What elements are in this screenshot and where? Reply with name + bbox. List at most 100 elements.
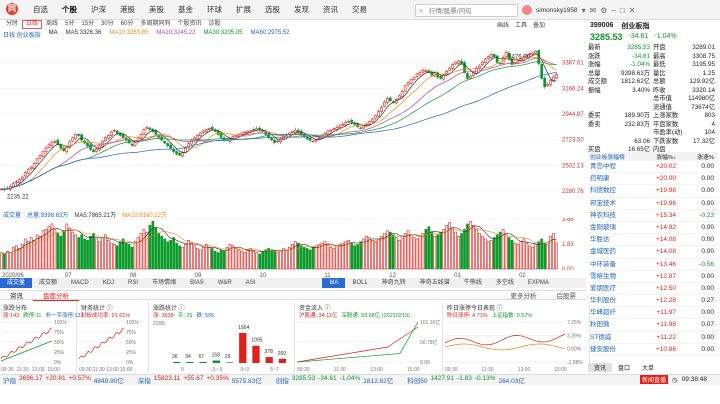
right-tab-0[interactable]: 资讯 [588,362,613,372]
indicator-tab-10[interactable]: MA [322,278,346,288]
ma30-line [1,61,557,190]
rise-list-item[interactable]: 中环装备 +13.46 -0.56 [588,259,718,271]
indicator-tab-16[interactable]: EXPMA [521,278,556,288]
panel-y-tick: 0.00% [567,347,582,353]
period-tab-9[interactable]: 诊股 [205,20,223,29]
period-tab-4[interactable]: 15分 [78,20,97,29]
analysis-tab-0[interactable]: 资讯 [0,290,33,300]
indicator-tab-13[interactable]: 神奇五线谱 [413,278,457,288]
period-tab-5[interactable]: 30分 [98,20,117,29]
indicator-tab-3[interactable]: KDJ [96,278,121,288]
panel-x-tick: 5~7 [270,367,279,373]
menu-1[interactable]: 个股 [55,0,84,20]
app-logo[interactable]: 同 [6,3,18,15]
chart-tool-1[interactable]: 工具 [515,20,527,29]
rise-list-item[interactable]: 华利股份 +12.28 0.27 [588,295,718,308]
period-tab-3[interactable]: 5分 [62,20,77,29]
volume-chart[interactable]: 3.661.830.00 [0,218,586,270]
rise-list-item[interactable]: 秋田微 +11.98 0.07 [588,319,718,332]
analysis-right-link-1[interactable]: 后股票 [547,290,587,300]
search-box[interactable]: ⌕ [415,4,518,17]
indicator-tab-15[interactable]: 多空线 [489,278,521,288]
stats-row: 流通值 73674亿 [588,104,718,113]
rise-list-item[interactable]: 邦宝技术 +19.96 0.00 [588,198,718,210]
volume-bar [326,244,330,270]
message-icon[interactable]: ✉ [590,6,597,15]
index-ticker-field: -1.83 [457,375,472,382]
close-icon[interactable]: ✕ [629,6,636,15]
right-tab-2[interactable]: 大单 [636,363,660,372]
candlestick-chart[interactable]: 3387.61 3166.24 2944.87 2723.50 2502.13 2280.… [0,38,586,204]
period-tab-7[interactable]: 多周期同列 [137,20,173,29]
analysis-right-link-0[interactable]: 更多分析 [501,290,547,300]
menu-11[interactable]: 交易 [345,0,374,20]
rise-list-item[interactable]: 科德数控 +19.98 0.00 [588,185,718,198]
rise-list-item[interactable]: 雪榕生物 +12.87 0.00 [588,271,718,283]
analysis-panel-3[interactable]: 资金流入 ⓘ 沪股通: 34.11亿 深股通: 93.68亿 (20210219) 1… [296,302,443,373]
avatar[interactable] [522,5,532,15]
rise-list-item[interactable]: 药明康 +20.00 0.00 [588,173,718,186]
settings-icon[interactable]: ⚙ [600,6,607,15]
rise-list-item[interactable]: 爱朋医疗 +12.50 0.00 [588,283,718,296]
indicator-tab-5[interactable]: 市场情绪 [145,278,183,288]
menu-3[interactable]: 港股 [113,0,142,20]
chart-tool-0[interactable]: 画线 [497,20,509,29]
period-tab-2[interactable]: 周线 [43,20,61,29]
panel-y-tick: 50% [126,340,137,346]
rise-list-item[interactable]: 神农科技 +15.34 -0.23 [588,210,718,222]
menu-5[interactable]: 基金 [171,0,200,20]
analysis-tab-1[interactable]: 盘面分析 [33,290,79,301]
rise-list-item[interactable]: 华胜达 +14.08 0.00 [588,234,718,247]
rise-list-item[interactable]: 金城医药 +14.08 0.00 [588,246,718,259]
minimize-icon[interactable]: – [611,6,615,15]
indicator-tab-7[interactable]: W&R [211,278,239,288]
rise-list-item[interactable]: 华峰超纤 +11.97 0.00 [588,307,718,320]
menu-2[interactable]: 沪深 [84,0,113,20]
rise-list-item[interactable]: ST德威 +11.22 0.00 [588,332,718,344]
maximize-icon[interactable]: □ [620,6,625,15]
period-tab-6[interactable]: 60分 [118,20,137,29]
rise-header-2[interactable]: 涨速% [676,152,718,161]
search-icon[interactable]: ⌕ [419,6,423,16]
menu-0[interactable]: 自选 [26,0,55,20]
menu-4[interactable]: 美股 [142,0,171,20]
menu-8[interactable]: 选股 [258,0,287,20]
period-tab-8[interactable]: 个股资讯 [174,20,204,29]
analysis-panel-2[interactable]: 涨跌统计 ⓘ 涨: 3638 平: 29 跌: 505 2285 26 34 67 158 29 1… [150,302,295,373]
chart-tool-2[interactable]: 叠加 [533,20,545,29]
right-tab-1[interactable]: 盘口 [612,363,636,372]
indicator-tab-6[interactable]: BIAS [183,278,211,288]
rise-list-item[interactable]: 捷安股份 +10.86 0.00 [588,344,718,356]
rise-list-item[interactable]: 金刚玻璃 +14.92 0.00 [588,222,718,235]
menu-10[interactable]: 资讯 [316,0,345,20]
rise-header-1[interactable]: 涨幅%↓ [636,152,676,161]
index-ticker[interactable]: 创指 3285.53 -34.61 -1.04% 1812.62亿 [276,375,394,385]
indicator-tab-8[interactable]: ASI [239,278,263,288]
news-live-badge[interactable]: 新闻直播 [640,375,669,384]
menu-6[interactable]: 环球 [200,0,229,20]
menu-9[interactable]: 发现 [287,0,316,20]
search-input[interactable] [429,6,517,16]
period-tab-0[interactable]: 分时 [3,20,21,29]
period-tab-1[interactable]: 日线 [22,20,43,29]
index-ticker[interactable]: 科创50 1427.91 -1.83 -0.13% 264.03亿 [407,375,525,385]
ma-label[interactable]: MA [49,30,58,38]
analysis-panel-0[interactable]: 涨跌分布 涨:143 跌停:11 非一字涨停:131 100% 75% 50% 25% 0% 09… [0,302,84,373]
rise-list-item[interactable]: 青岛中程 +20.02 0.00 [588,161,718,174]
indicator-tab-2[interactable]: MACD [64,278,96,288]
username[interactable]: simonsky1958 [536,7,578,14]
indicator-tab-0[interactable]: 成交量 [0,278,33,288]
indicator-tab-4[interactable]: RSI [121,278,145,288]
chevron-down-icon[interactable]: ▾ [582,6,586,15]
volume-bar [106,240,110,270]
index-ticker[interactable]: 深指 15823.11 +55.67 +0.35% 5575.83亿 [138,375,262,385]
indicator-tab-11[interactable]: BOLL [345,278,374,288]
indicator-tab-12[interactable]: 神奇九转 [375,278,413,288]
indicator-tab-1[interactable]: 成交额 [32,278,64,288]
menu-7[interactable]: 扩展 [229,0,258,20]
analysis-panel-4[interactable]: 昨日涨停今日表现 ⓘ 昨日涨停: 4.71% 上证指数: 0.57% 7.25% 3.3… [444,302,590,373]
rise-header-0[interactable]: 创业板涨幅榜 [588,152,636,161]
analysis-panel-1[interactable]: 财务统计 ⓘ 封板成功率: 91.61% 100% 75% 50% 25% 0% 09:30 1… [78,302,149,373]
index-ticker[interactable]: 沪指 3696.17 +20.81 +0.57% 4849.90亿 [3,375,124,385]
indicator-tab-14[interactable]: 牛熊线 [457,278,489,288]
